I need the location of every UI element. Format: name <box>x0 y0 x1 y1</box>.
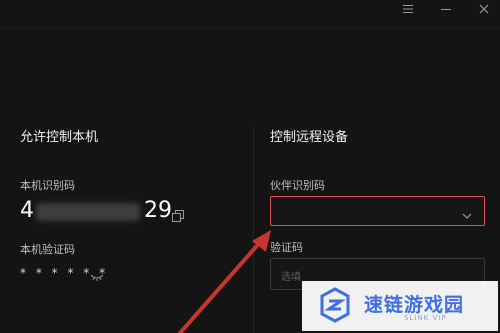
watermark-text: 速链游戏园 <box>364 294 465 316</box>
watermark-subtext: SLINK VIP <box>404 314 447 322</box>
slink-logo-icon <box>320 287 350 323</box>
watermark-logo: 速链游戏园 SLINK VIP <box>302 281 498 331</box>
